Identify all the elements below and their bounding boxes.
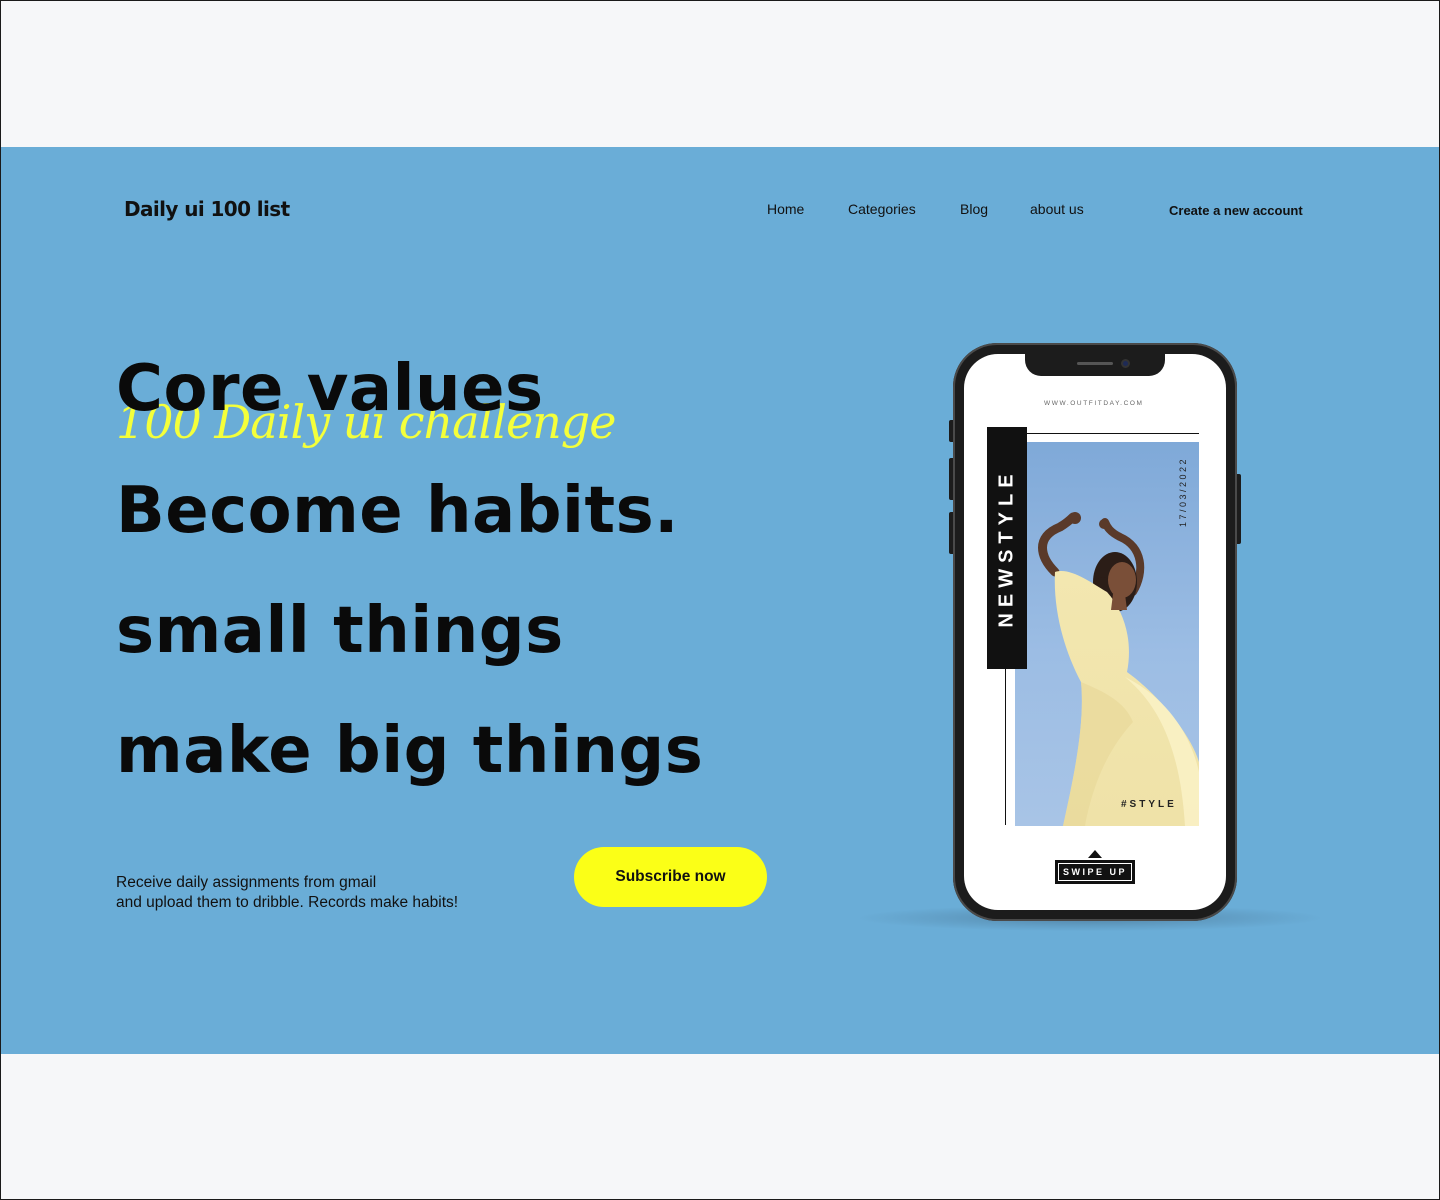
nav-blog[interactable]: Blog	[960, 201, 988, 217]
nav-home[interactable]: Home	[767, 201, 804, 217]
hero-description: Receive daily assignments from gmail and…	[116, 873, 458, 913]
swipe-up-arrow-icon	[1088, 850, 1102, 858]
screen-hashtag: #STYLE	[1121, 799, 1177, 810]
phone-speaker	[1077, 362, 1113, 365]
phone-camera-icon	[1121, 359, 1130, 368]
headline-core-values: Core values	[116, 352, 544, 426]
site-logo[interactable]: Daily ui 100 list	[124, 197, 290, 221]
fashion-photo	[1015, 442, 1199, 826]
newstyle-label-text: NEWSTYLE	[995, 468, 1018, 628]
nav-categories[interactable]: Categories	[848, 201, 916, 217]
screen-divider-top	[1005, 433, 1199, 434]
hero-description-line1: Receive daily assignments from gmail	[116, 874, 377, 891]
create-account-link[interactable]: Create a new account	[1169, 203, 1303, 218]
swipe-up-button-border	[1058, 863, 1132, 881]
screen-url: WWW.OUTFITDAY.COM	[1044, 400, 1144, 407]
hero-description-line2: and upload them to dribble. Records make…	[116, 894, 459, 911]
screen-date: 17/03/2022	[1178, 456, 1188, 528]
subscribe-button[interactable]: Subscribe now	[574, 847, 767, 907]
headline-become-habits: Become habits.	[116, 474, 679, 548]
nav-about-us[interactable]: about us	[1030, 201, 1084, 217]
headline-make-big-things: make big things	[116, 714, 704, 788]
headline-small-things: small things	[116, 594, 564, 668]
woman-figure-image	[1038, 512, 1199, 826]
